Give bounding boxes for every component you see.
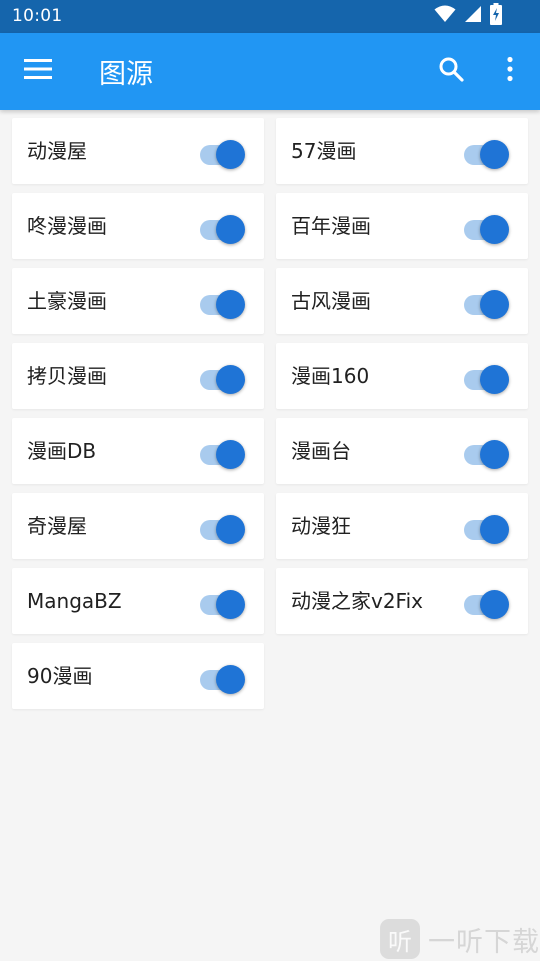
toggle-thumb bbox=[480, 215, 509, 244]
source-card[interactable]: 漫画台 bbox=[276, 418, 528, 484]
source-card[interactable]: 动漫之家v2Fix bbox=[276, 568, 528, 634]
menu-icon bbox=[24, 58, 52, 84]
battery-charging-icon bbox=[490, 3, 502, 29]
source-toggle[interactable] bbox=[462, 284, 512, 319]
source-name: 动漫狂 bbox=[291, 514, 351, 538]
source-name: 奇漫屋 bbox=[27, 514, 87, 538]
source-name: 漫画160 bbox=[291, 364, 370, 388]
source-name: 57漫画 bbox=[291, 139, 357, 163]
source-card[interactable]: 土豪漫画 bbox=[12, 268, 264, 334]
menu-button[interactable] bbox=[16, 49, 60, 93]
source-card[interactable]: 奇漫屋 bbox=[12, 493, 264, 559]
source-card[interactable]: 古风漫画 bbox=[276, 268, 528, 334]
source-name: 90漫画 bbox=[27, 664, 93, 688]
source-card[interactable]: 动漫狂 bbox=[276, 493, 528, 559]
source-toggle[interactable] bbox=[462, 509, 512, 544]
source-name: 漫画DB bbox=[27, 439, 97, 463]
source-card[interactable]: 90漫画 bbox=[12, 643, 264, 709]
toggle-thumb bbox=[480, 365, 509, 394]
more-options-button[interactable] bbox=[488, 49, 532, 93]
more-vert-icon bbox=[506, 56, 514, 86]
source-name: 动漫之家v2Fix bbox=[291, 589, 424, 613]
toggle-thumb bbox=[480, 515, 509, 544]
toggle-thumb bbox=[216, 365, 245, 394]
source-card[interactable]: MangaBZ bbox=[12, 568, 264, 634]
source-card[interactable]: 57漫画 bbox=[276, 118, 528, 184]
source-name: 百年漫画 bbox=[291, 214, 371, 238]
source-name: MangaBZ bbox=[27, 589, 122, 613]
toggle-thumb bbox=[216, 215, 245, 244]
search-icon bbox=[438, 56, 464, 86]
source-name: 漫画台 bbox=[291, 439, 351, 463]
watermark: 听 一听下载 bbox=[380, 917, 540, 961]
toggle-thumb bbox=[480, 140, 509, 169]
watermark-logo: 听 bbox=[380, 919, 420, 959]
toggle-thumb bbox=[480, 440, 509, 469]
source-toggle[interactable] bbox=[198, 659, 248, 694]
status-time: 10:01 bbox=[12, 6, 63, 26]
toggle-thumb bbox=[216, 665, 245, 694]
source-name: 土豪漫画 bbox=[27, 289, 107, 313]
source-card[interactable]: 咚漫漫画 bbox=[12, 193, 264, 259]
source-card[interactable]: 拷贝漫画 bbox=[12, 343, 264, 409]
source-card[interactable]: 百年漫画 bbox=[276, 193, 528, 259]
source-toggle[interactable] bbox=[198, 284, 248, 319]
toggle-thumb bbox=[216, 590, 245, 619]
source-name: 拷贝漫画 bbox=[27, 364, 107, 388]
cell-signal-icon bbox=[464, 5, 482, 27]
status-icons bbox=[434, 3, 502, 29]
source-toggle[interactable] bbox=[462, 584, 512, 619]
source-name: 动漫屋 bbox=[27, 139, 87, 163]
source-toggle[interactable] bbox=[462, 134, 512, 169]
source-list: 动漫屋 57漫画咚漫漫画 百年漫画土豪漫画 古风漫画拷贝漫画 漫画160 漫画DB 漫画台奇… bbox=[12, 118, 528, 709]
source-toggle[interactable] bbox=[198, 134, 248, 169]
page-title: 图源 bbox=[99, 59, 153, 90]
toggle-thumb bbox=[480, 590, 509, 619]
source-name: 咚漫漫画 bbox=[27, 214, 107, 238]
source-toggle[interactable] bbox=[198, 434, 248, 469]
status-bar: 10:01 bbox=[0, 0, 540, 33]
source-toggle[interactable] bbox=[462, 434, 512, 469]
source-toggle[interactable] bbox=[198, 584, 248, 619]
toggle-thumb bbox=[216, 140, 245, 169]
watermark-text: 一听下载 bbox=[428, 926, 540, 958]
source-toggle[interactable] bbox=[198, 509, 248, 544]
source-card[interactable]: 漫画160 bbox=[276, 343, 528, 409]
toggle-thumb bbox=[480, 290, 509, 319]
source-name: 古风漫画 bbox=[291, 289, 371, 313]
toggle-thumb bbox=[216, 290, 245, 319]
source-card[interactable]: 动漫屋 bbox=[12, 118, 264, 184]
app-bar: 图源 bbox=[0, 33, 540, 110]
wifi-icon bbox=[434, 5, 456, 27]
search-button[interactable] bbox=[429, 49, 473, 93]
source-toggle[interactable] bbox=[462, 359, 512, 394]
toggle-thumb bbox=[216, 440, 245, 469]
source-toggle[interactable] bbox=[198, 359, 248, 394]
source-toggle[interactable] bbox=[462, 209, 512, 244]
source-card[interactable]: 漫画DB bbox=[12, 418, 264, 484]
source-toggle[interactable] bbox=[198, 209, 248, 244]
toggle-thumb bbox=[216, 515, 245, 544]
